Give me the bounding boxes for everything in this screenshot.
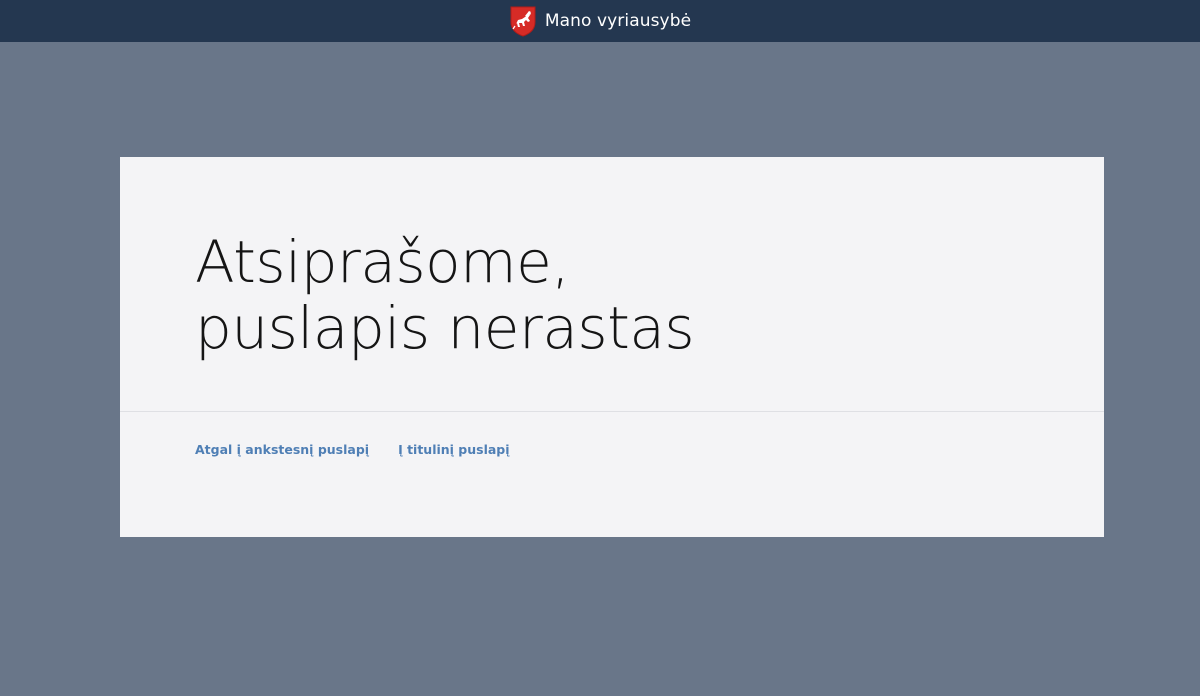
- not-found-card: Atsiprašome, puslapis nerastas Atgal į a…: [120, 157, 1104, 537]
- coat-of-arms-icon: [510, 6, 536, 37]
- top-header: Mano vyriausybė: [0, 0, 1200, 42]
- divider: [120, 411, 1104, 412]
- navigation-links: Atgal į ankstesnį puslapį Į titulinį pus…: [195, 442, 510, 457]
- home-link[interactable]: Į titulinį puslapį: [398, 442, 509, 457]
- error-heading-line-1: Atsiprašome,: [195, 228, 570, 296]
- home-logo-link[interactable]: Mano vyriausybė: [509, 5, 691, 37]
- site-title: Mano vyriausybė: [544, 11, 692, 31]
- error-heading: Atsiprašome, puslapis nerastas: [195, 228, 695, 362]
- back-link[interactable]: Atgal į ankstesnį puslapį: [195, 442, 369, 457]
- error-heading-line-2: puslapis nerastas: [195, 294, 695, 362]
